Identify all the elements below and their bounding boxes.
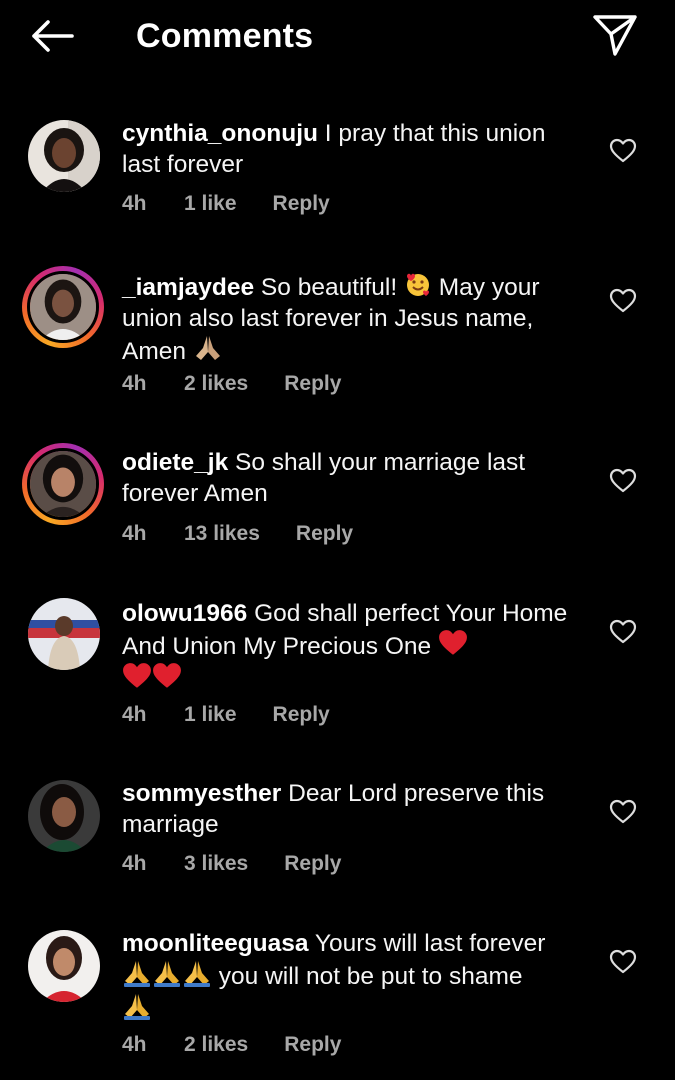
- avatar-image: [27, 448, 99, 520]
- comment-text: _iamjaydee So beautiful! May your union …: [122, 270, 582, 367]
- comment-text: cynthia_ononuju I pray that this union l…: [122, 118, 582, 180]
- page-title: Comments: [136, 17, 314, 55]
- comment-time: 4h: [122, 703, 147, 726]
- smiling-face-with-hearts-emoji: [406, 273, 429, 296]
- comment-likes[interactable]: 2 likes: [184, 1033, 248, 1057]
- paper-plane-icon: [593, 15, 637, 56]
- avatar[interactable]: [28, 120, 100, 192]
- comment-meta: 4h 1 like Reply: [122, 192, 330, 216]
- folded-hands-emoji: [195, 336, 220, 360]
- comment-meta: 4h 2 likes Reply: [122, 1033, 341, 1057]
- red-heart-emoji: [153, 663, 181, 688]
- heart-icon[interactable]: [609, 949, 637, 975]
- red-heart-emoji: [439, 630, 467, 655]
- heart-icon[interactable]: [609, 799, 637, 825]
- comment-username[interactable]: cynthia_ononuju: [122, 120, 318, 147]
- heart-icon[interactable]: [609, 288, 637, 314]
- comment-likes[interactable]: 2 likes: [184, 372, 248, 396]
- comment-username[interactable]: odiete_jk: [122, 449, 228, 476]
- comment-time: 4h: [122, 1033, 147, 1056]
- comment-body: So beautiful!: [254, 274, 404, 301]
- folded-hands-emoji: [184, 961, 210, 987]
- comment-username[interactable]: olowu1966: [122, 600, 247, 627]
- comment-meta: 4h 3 likes Reply: [122, 852, 341, 876]
- red-heart-emoji: [123, 663, 151, 688]
- share-button[interactable]: [590, 12, 640, 58]
- comment-likes[interactable]: 1 like: [184, 703, 237, 727]
- comment-time: 4h: [122, 852, 147, 875]
- comment-time: 4h: [122, 372, 147, 395]
- avatar[interactable]: [28, 930, 100, 1002]
- avatar-image: [28, 930, 100, 1002]
- comment-text: sommyesther Dear Lord preserve this marr…: [122, 778, 582, 840]
- comment-meta: 4h 1 like Reply: [122, 703, 330, 727]
- comment-username[interactable]: _iamjaydee: [122, 274, 254, 301]
- comment-likes[interactable]: 13 likes: [184, 522, 260, 546]
- folded-hands-emoji: [124, 994, 150, 1020]
- comment-likes[interactable]: 1 like: [184, 192, 237, 216]
- folded-hands-emoji: [124, 961, 150, 987]
- avatar[interactable]: [28, 780, 100, 852]
- folded-hands-emoji: [154, 961, 180, 987]
- header-bar: Comments: [0, 0, 675, 72]
- arrow-left-icon: [32, 20, 74, 52]
- comment-body: Yours will last forever: [308, 930, 546, 957]
- comment-meta: 4h 13 likes Reply: [122, 522, 353, 546]
- avatar[interactable]: [22, 266, 104, 348]
- comment-meta: 4h 2 likes Reply: [122, 372, 341, 396]
- heart-icon[interactable]: [609, 468, 637, 494]
- heart-icon[interactable]: [609, 138, 637, 164]
- reply-button[interactable]: Reply: [284, 372, 341, 396]
- comment-text: odiete_jk So shall your marriage last fo…: [122, 447, 582, 509]
- reply-button[interactable]: Reply: [284, 1033, 341, 1057]
- avatar[interactable]: [28, 598, 100, 670]
- comment-likes[interactable]: 3 likes: [184, 852, 248, 876]
- avatar-image: [28, 598, 100, 670]
- comment-username[interactable]: sommyesther: [122, 780, 281, 807]
- comment-username[interactable]: moonliteeguasa: [122, 930, 309, 957]
- avatar-image: [28, 780, 100, 852]
- comment-body-continued: you will not be put to shame: [212, 963, 523, 990]
- avatar-image: [27, 271, 99, 343]
- comment-time: 4h: [122, 192, 147, 215]
- avatar[interactable]: [22, 443, 104, 525]
- comment-text: moonliteeguasa Yours will last forever y…: [122, 928, 582, 1025]
- avatar-image: [28, 120, 100, 192]
- reply-button[interactable]: Reply: [284, 852, 341, 876]
- comment-time: 4h: [122, 522, 147, 545]
- reply-button[interactable]: Reply: [273, 703, 330, 727]
- comment-text: olowu1966 God shall perfect Your Home An…: [122, 598, 582, 695]
- reply-button[interactable]: Reply: [273, 192, 330, 216]
- heart-icon[interactable]: [609, 619, 637, 645]
- reply-button[interactable]: Reply: [296, 522, 353, 546]
- back-button[interactable]: [26, 14, 78, 58]
